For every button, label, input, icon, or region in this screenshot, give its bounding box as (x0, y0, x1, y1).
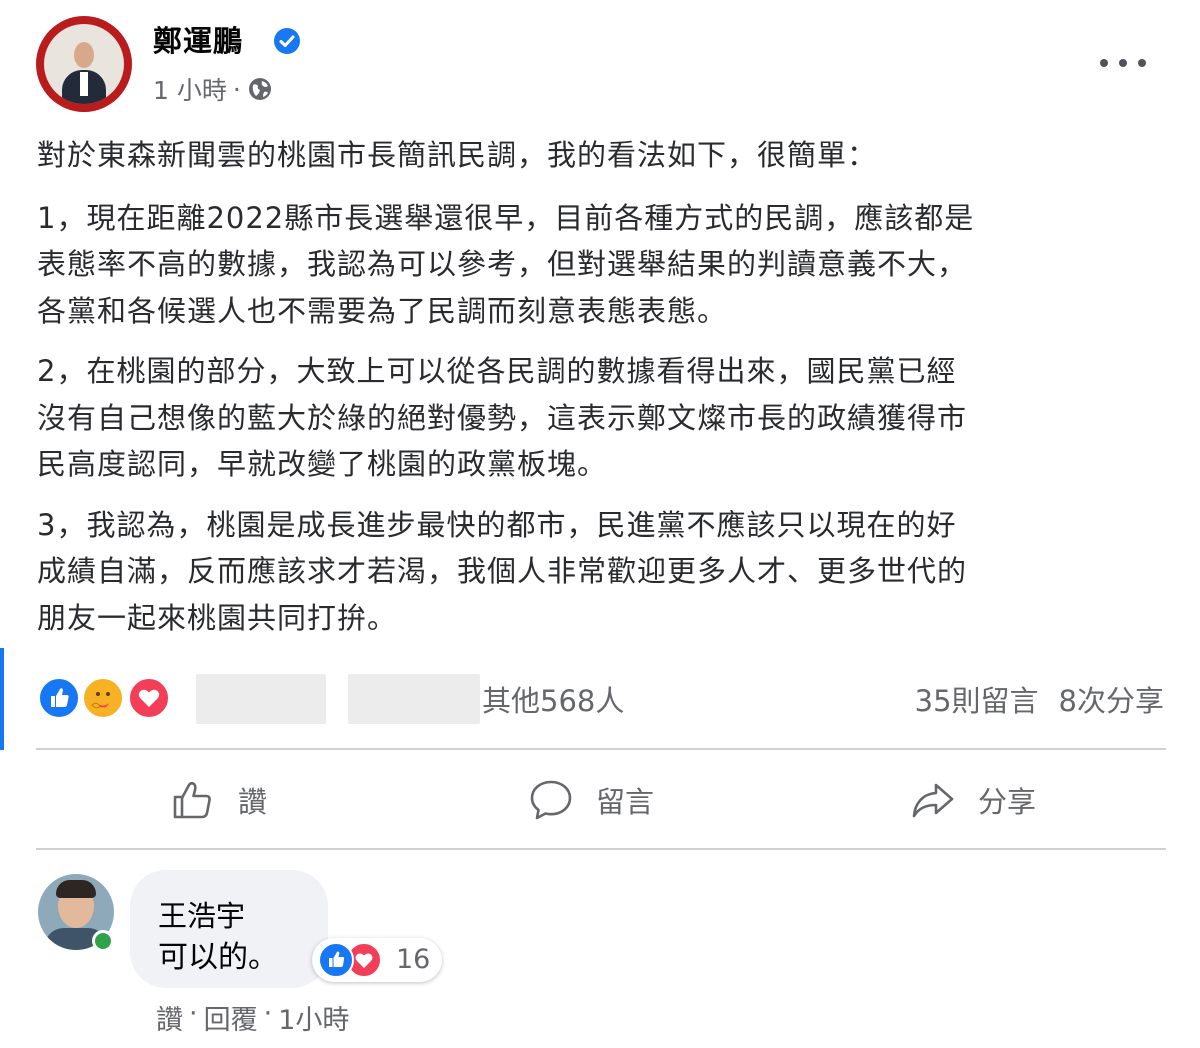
comment-bubble-icon (528, 777, 574, 823)
more-dot-icon (1138, 59, 1146, 67)
comment-reactions[interactable]: 16 (312, 938, 442, 982)
like-icon (318, 942, 354, 978)
post-body: 對於東森新聞雲的桃園市長簡訊民調，我的看法如下，很簡單： 1，現在距離2022縣… (37, 132, 1167, 655)
author-name[interactable]: 鄭運鵬 (153, 18, 243, 60)
comment-like-link[interactable]: 讚 (156, 998, 183, 1037)
share-arrow-icon (910, 777, 956, 823)
like-button-label: 讚 (238, 785, 268, 819)
comment-actions: 讚 · 回覆 · 1小時 (156, 998, 349, 1037)
share-button[interactable]: 分享 (910, 770, 1036, 830)
comment-reaction-count: 16 (396, 944, 431, 975)
avatar-head (74, 42, 94, 68)
divider (36, 848, 1166, 850)
meta-separator: · (232, 74, 241, 104)
shares-count-link[interactable]: 8次分享 (1059, 678, 1164, 720)
avatar-photo (44, 24, 124, 104)
comment-actions-separator: · (263, 998, 273, 1029)
globe-icon (247, 76, 273, 102)
comment-author[interactable]: 王浩宇 (158, 893, 245, 935)
post-stats: 35則留言 8次分享 (915, 678, 1164, 720)
reactions-summary: 其他568人 35則留言 8次分享 (38, 674, 1164, 724)
comment-button-label: 留言 (596, 785, 655, 819)
post-paragraph: 2，在桃園的部分，大致上可以從各民調的數據看得出來，國民黨已經 沒有自己想像的藍… (37, 354, 968, 481)
verified-badge-icon (274, 28, 300, 54)
more-options-button[interactable] (1100, 48, 1146, 78)
reaction-others-count[interactable]: 其他568人 (482, 678, 624, 720)
post-timestamp[interactable]: 1 小時 (153, 71, 227, 107)
comment-text: 可以的。 (158, 940, 278, 975)
post-meta: 1 小時 · (153, 71, 273, 107)
left-accent-bar (0, 648, 4, 750)
divider (36, 748, 1166, 750)
reactor-name-blurred (196, 674, 326, 724)
love-icon (128, 677, 170, 719)
care-icon (82, 677, 124, 719)
avatar-shirt (80, 72, 88, 96)
comment-actions-separator: · (189, 998, 198, 1029)
reaction-icons[interactable] (38, 677, 178, 719)
comment-button[interactable]: 留言 (528, 770, 654, 830)
thumbs-up-icon (170, 777, 216, 823)
reactor-name-blurred (348, 674, 480, 724)
author-avatar[interactable] (36, 16, 132, 112)
like-icon (38, 677, 80, 719)
post-paragraph: 1，現在距離2022縣市長選舉還很早，目前各種方式的民調，應該都是 表態率不高的… (37, 200, 975, 328)
post-paragraph: 對於東森新聞雲的桃園市長簡訊民調，我的看法如下，很簡單： (37, 138, 878, 172)
commenter-avatar-hair (56, 880, 96, 898)
post-paragraph: 3，我認為，桃園是成長進步最快的都市，民進黨不應該只以現在的好 成績自滿，反而應… (37, 507, 968, 635)
comments-count-link[interactable]: 35則留言 (915, 678, 1039, 720)
share-button-label: 分享 (978, 785, 1037, 819)
like-button[interactable]: 讚 (170, 770, 267, 830)
comment-timestamp[interactable]: 1小時 (278, 998, 349, 1037)
more-dot-icon (1100, 59, 1108, 67)
more-dot-icon (1119, 59, 1127, 67)
comment-reply-link[interactable]: 回覆 (204, 998, 258, 1037)
online-status-icon (92, 930, 114, 952)
